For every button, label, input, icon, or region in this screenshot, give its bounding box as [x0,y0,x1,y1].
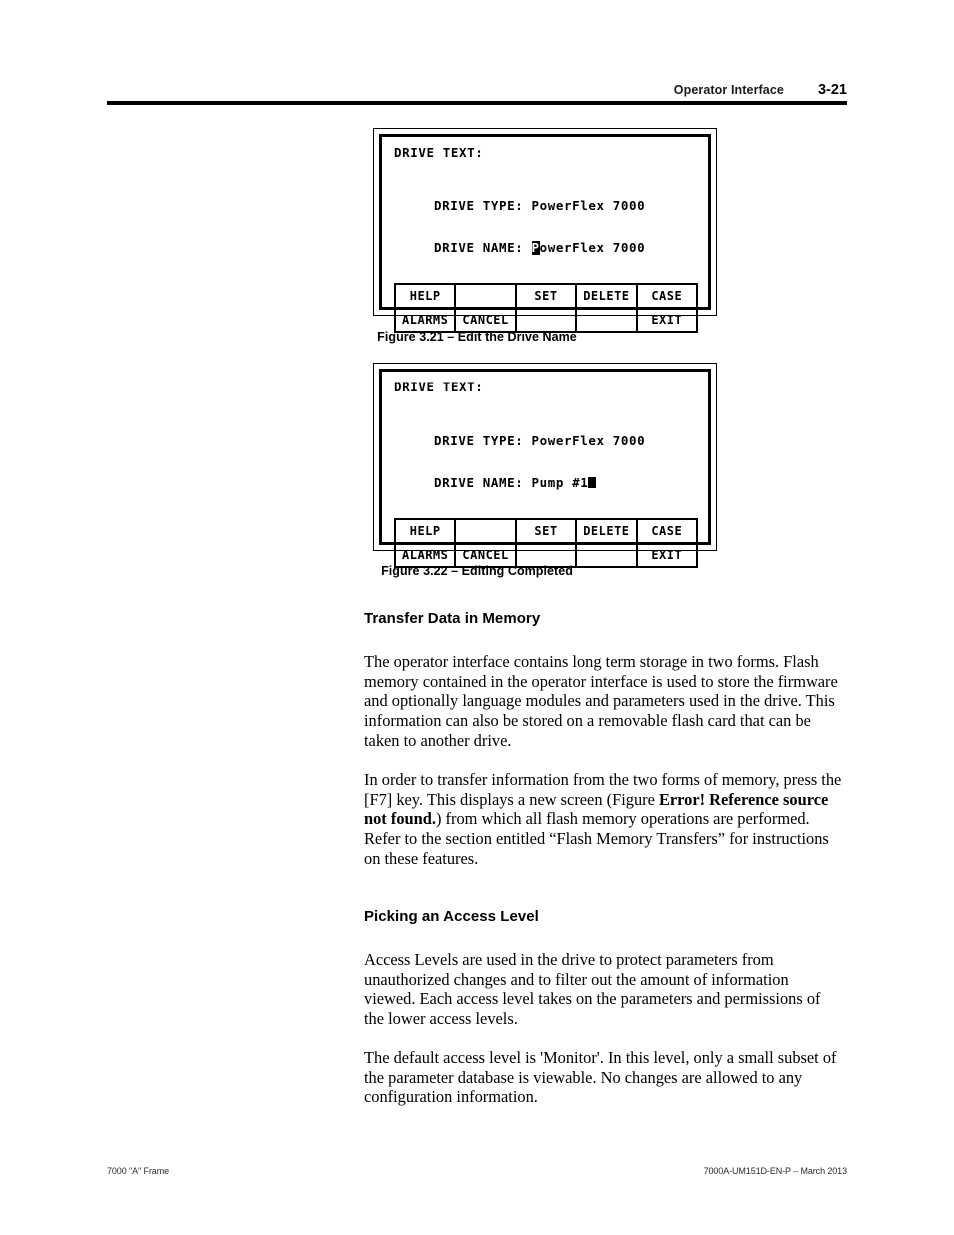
lcd-field-drive-name: DRIVE NAME: PowerFlex 7000 [434,241,698,255]
paragraph: The default access level is 'Monitor'. I… [364,1048,837,1107]
section-transfer-data-par-1: The operator interface contains long ter… [364,652,842,751]
section-access-level-par-2: The default access level is 'Monitor'. I… [364,1048,842,1107]
softkey-f8-empty[interactable] [514,307,578,333]
section-transfer-data-par-2: In order to transfer information from th… [364,770,842,869]
figure-3-21-caption: Figure 3.21 – Edit the Drive Name [377,330,577,344]
lcd-field-drive-type: DRIVE TYPE: PowerFlex 7000 [434,199,698,213]
footer-right-text: 7000A-UM151D-EN-P – March 2013 [703,1166,848,1176]
softkey-f1-help[interactable]: HELP [393,518,457,544]
softkey-f10-exit[interactable]: EXIT [635,307,699,333]
section-transfer-data: Transfer Data in Memory [364,610,842,627]
softkey-row-top: HELP SET DELETE CASE [393,518,699,544]
lcd-field-list: DRIVE TYPE: PowerFlex 7000 DRIVE NAME: P… [394,171,698,283]
section-access-level-par-1: Access Levels are used in the drive to p… [364,950,842,1029]
header-page-number: 3-21 [817,82,847,98]
softkey-f4-delete[interactable]: DELETE [575,518,638,544]
paragraph: In order to transfer information from th… [364,770,842,869]
lcd-value-drive-type: PowerFlex 7000 [531,198,646,213]
softkey-f6-alarms[interactable]: ALARMS [393,307,457,333]
section-heading-access-level: Picking an Access Level [364,908,539,925]
lcd-panel-outer-frame: DRIVE TEXT: DRIVE TYPE: PowerFlex 7000 D… [373,363,717,568]
lcd-field-drive-type: DRIVE TYPE: PowerFlex 7000 [434,434,698,448]
header-section-title: Operator Interface [673,83,784,97]
softkey-row-bottom: ALARMS CANCEL EXIT [393,307,699,333]
lcd-label-drive-type: DRIVE TYPE: [434,433,524,448]
softkey-f4-delete[interactable]: DELETE [575,283,638,309]
lcd-value-drive-type: PowerFlex 7000 [531,433,646,448]
lcd-screen: DRIVE TEXT: DRIVE TYPE: PowerFlex 7000 D… [379,134,711,333]
lcd-label-drive-type: DRIVE TYPE: [434,198,524,213]
softkey-f7-cancel[interactable]: CANCEL [454,307,517,333]
figure-3-22: DRIVE TEXT: DRIVE TYPE: PowerFlex 7000 D… [373,363,717,568]
text-cursor-block [588,477,597,488]
lcd-value-drive-name: Pump #1 [531,475,589,490]
softkey-grid: HELP SET DELETE CASE ALARMS CANCEL EXIT [393,518,699,568]
lcd-value-drive-name-rest: owerFlex 7000 [539,240,646,255]
figure-3-21: DRIVE TEXT: DRIVE TYPE: PowerFlex 7000 D… [373,128,717,333]
lcd-field-list: DRIVE TYPE: PowerFlex 7000 DRIVE NAME: P… [394,406,698,518]
softkey-f3-set[interactable]: SET [514,283,578,309]
lcd-label-drive-name: DRIVE NAME: [434,475,524,490]
softkey-f2-empty[interactable] [454,518,517,544]
softkey-f1-help[interactable]: HELP [393,283,457,309]
lcd-title-line: DRIVE TEXT: [394,145,484,160]
section-heading-transfer-data: Transfer Data in Memory [364,610,541,627]
paragraph: The operator interface contains long ter… [364,652,838,750]
softkey-f3-set[interactable]: SET [514,518,578,544]
lcd-title-line: DRIVE TEXT: [394,379,484,394]
text-cursor-block: P [531,240,540,255]
softkey-f2-empty[interactable] [454,283,517,309]
softkey-f5-case[interactable]: CASE [635,283,699,309]
softkey-f5-case[interactable]: CASE [635,518,699,544]
lcd-label-drive-name: DRIVE NAME: [434,240,524,255]
softkey-f9-empty[interactable] [575,307,638,333]
lcd-screen: DRIVE TEXT: DRIVE TYPE: PowerFlex 7000 D… [379,369,711,568]
softkey-grid: HELP SET DELETE CASE ALARMS CANCEL EXIT [393,283,699,333]
figure-3-22-caption: Figure 3.22 – Editing Completed [381,564,573,578]
header-rule [107,101,847,105]
footer-left-text: 7000 "A" Frame [107,1166,170,1176]
lcd-field-drive-name: DRIVE NAME: Pump #1 [434,476,698,490]
page-footer: 7000 "A" Frame 7000A-UM151D-EN-P – March… [107,1166,847,1176]
section-access-level: Picking an Access Level [364,908,842,925]
softkey-row-top: HELP SET DELETE CASE [393,283,699,309]
page-header: Operator Interface 3-21 [107,82,847,98]
lcd-panel-outer-frame: DRIVE TEXT: DRIVE TYPE: PowerFlex 7000 D… [373,128,717,333]
paragraph: Access Levels are used in the drive to p… [364,950,821,1029]
